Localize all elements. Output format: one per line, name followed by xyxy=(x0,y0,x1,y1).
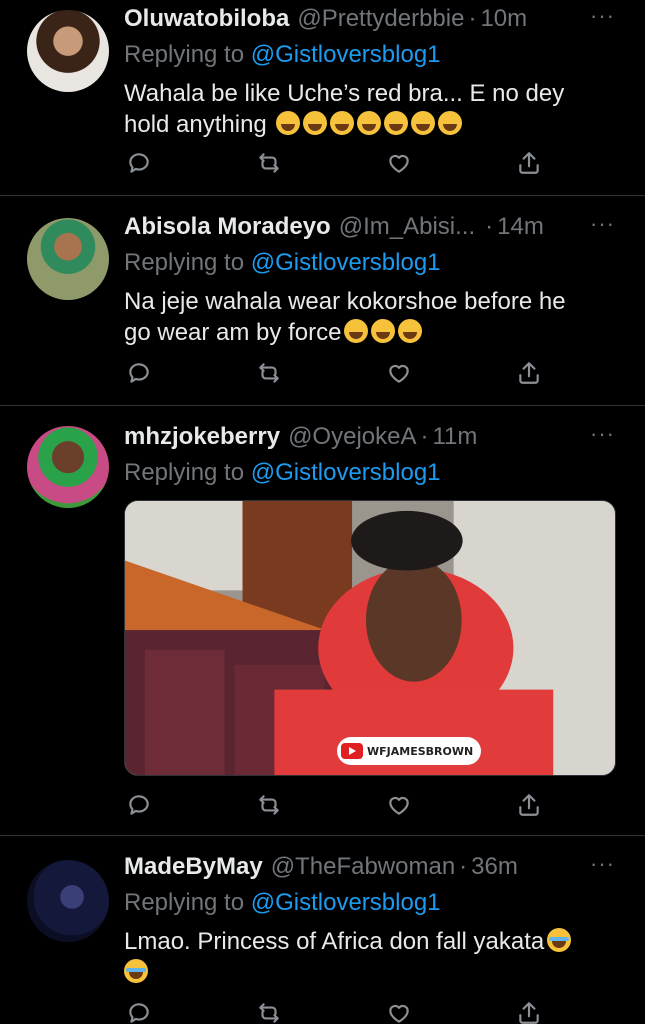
rolling-laughing-emoji xyxy=(330,111,355,135)
tweet-text: Wahala be like Uche’s red bra... E no de… xyxy=(124,78,625,140)
user-handle[interactable]: @OyejokeA xyxy=(288,422,416,452)
heart-icon[interactable] xyxy=(384,358,414,388)
more-options-icon[interactable]: ··· xyxy=(590,422,615,446)
tweet-actions xyxy=(124,790,544,820)
tweet-header: MadeByMay @TheFabwoman · 36m xyxy=(124,852,625,882)
separator-dot: · xyxy=(485,213,494,240)
replying-to-label: Replying to xyxy=(124,249,245,276)
reply-icon[interactable] xyxy=(124,148,154,178)
timestamp[interactable]: 36m xyxy=(471,852,518,882)
replying-to: Replying to @Gistloversblog1 xyxy=(124,888,625,918)
avatar[interactable] xyxy=(27,860,109,942)
display-name[interactable]: Abisola Moradeyo xyxy=(124,212,331,242)
more-options-icon[interactable]: ··· xyxy=(590,852,615,876)
user-handle[interactable]: @Prettyderbbie xyxy=(297,4,464,34)
watermark-text: WFJAMESBROWN xyxy=(367,744,474,758)
tweet-text-line: hold anything xyxy=(124,111,267,138)
share-icon[interactable] xyxy=(514,790,544,820)
tweet-header: Oluwatobiloba @Prettyderbbie · 10m xyxy=(124,4,625,34)
timestamp[interactable]: 14m xyxy=(497,212,544,242)
rolling-laughing-emoji xyxy=(276,111,301,135)
avatar[interactable] xyxy=(27,218,109,300)
heart-icon[interactable] xyxy=(384,790,414,820)
tweet-1[interactable]: Oluwatobiloba @Prettyderbbie · 10m ··· R… xyxy=(0,0,645,196)
play-icon xyxy=(341,743,363,759)
retweet-icon[interactable] xyxy=(254,358,284,388)
tweet-actions xyxy=(124,358,544,388)
tweet-media-video[interactable]: WFJAMESBROWN xyxy=(124,500,616,776)
timestamp[interactable]: 11m xyxy=(432,422,477,452)
replying-to-label: Replying to xyxy=(124,459,245,486)
tweet-4[interactable]: MadeByMay @TheFabwoman · 36m ··· Replyin… xyxy=(0,836,645,1024)
rolling-laughing-emoji xyxy=(411,111,436,135)
tweet-2[interactable]: Abisola Moradeyo @Im_Abisi... · 14m ··· … xyxy=(0,196,645,406)
tears-of-joy-cat-emoji xyxy=(547,928,572,952)
retweet-icon[interactable] xyxy=(254,998,284,1024)
replying-to: Replying to @Gistloversblog1 xyxy=(124,458,625,488)
retweet-icon[interactable] xyxy=(254,790,284,820)
watermark-badge: WFJAMESBROWN xyxy=(337,737,482,765)
mention-link[interactable]: @Gistloversblog1 xyxy=(251,459,441,486)
share-icon[interactable] xyxy=(514,998,544,1024)
rolling-laughing-emoji xyxy=(384,111,409,135)
reply-icon[interactable] xyxy=(124,358,154,388)
retweet-icon[interactable] xyxy=(254,148,284,178)
more-options-icon[interactable]: ··· xyxy=(590,4,615,28)
rolling-laughing-emoji xyxy=(398,319,423,343)
more-options-icon[interactable]: ··· xyxy=(590,212,615,236)
share-icon[interactable] xyxy=(514,148,544,178)
user-handle[interactable]: @Im_Abisi... xyxy=(339,212,475,242)
user-handle[interactable]: @TheFabwoman xyxy=(271,852,455,882)
separator-dot: · xyxy=(420,423,429,450)
rolling-laughing-emoji xyxy=(303,111,328,135)
tweet-text-line: go wear am by force xyxy=(124,319,342,346)
tweet-3[interactable]: mhzjokeberry @OyejokeA · 11m ··· Replyin… xyxy=(0,406,645,836)
rolling-laughing-emoji xyxy=(371,319,396,343)
tweet-header: Abisola Moradeyo @Im_Abisi... · 14m xyxy=(124,212,625,242)
tears-of-joy-cat-emoji xyxy=(124,959,148,983)
display-name[interactable]: Oluwatobiloba xyxy=(124,4,289,34)
tweet-text-line: Na jeje wahala wear kokorshoe before he xyxy=(124,288,566,315)
reply-icon[interactable] xyxy=(124,998,154,1024)
replying-to: Replying to @Gistloversblog1 xyxy=(124,40,625,70)
mention-link[interactable]: @Gistloversblog1 xyxy=(251,41,441,68)
timestamp[interactable]: 10m xyxy=(480,4,527,34)
tweet-header: mhzjokeberry @OyejokeA · 11m xyxy=(124,422,625,452)
tweet-text: Na jeje wahala wear kokorshoe before he … xyxy=(124,286,625,348)
share-icon[interactable] xyxy=(514,358,544,388)
rolling-laughing-emoji xyxy=(438,111,463,135)
separator-dot: · xyxy=(459,853,468,880)
separator-dot: · xyxy=(468,5,477,32)
tweet-actions xyxy=(124,148,544,178)
replying-to-label: Replying to xyxy=(124,41,245,68)
tweet-text-line: Lmao. Princess of Africa don fall yakata xyxy=(124,928,545,955)
heart-icon[interactable] xyxy=(384,998,414,1024)
rolling-laughing-emoji xyxy=(344,319,369,343)
avatar[interactable] xyxy=(27,10,109,92)
replying-to: Replying to @Gistloversblog1 xyxy=(124,248,625,278)
tweet-text-line: Wahala be like Uche’s red bra... E no de… xyxy=(124,80,565,107)
heart-icon[interactable] xyxy=(384,148,414,178)
avatar[interactable] xyxy=(27,426,109,508)
tweet-text: Lmao. Princess of Africa don fall yakata xyxy=(124,926,625,988)
video-thumbnail xyxy=(125,501,615,775)
replying-to-label: Replying to xyxy=(124,889,245,916)
display-name[interactable]: mhzjokeberry xyxy=(124,422,280,452)
display-name[interactable]: MadeByMay xyxy=(124,852,263,882)
tweet-actions xyxy=(124,998,544,1024)
mention-link[interactable]: @Gistloversblog1 xyxy=(251,249,441,276)
reply-icon[interactable] xyxy=(124,790,154,820)
rolling-laughing-emoji xyxy=(357,111,382,135)
mention-link[interactable]: @Gistloversblog1 xyxy=(251,889,441,916)
